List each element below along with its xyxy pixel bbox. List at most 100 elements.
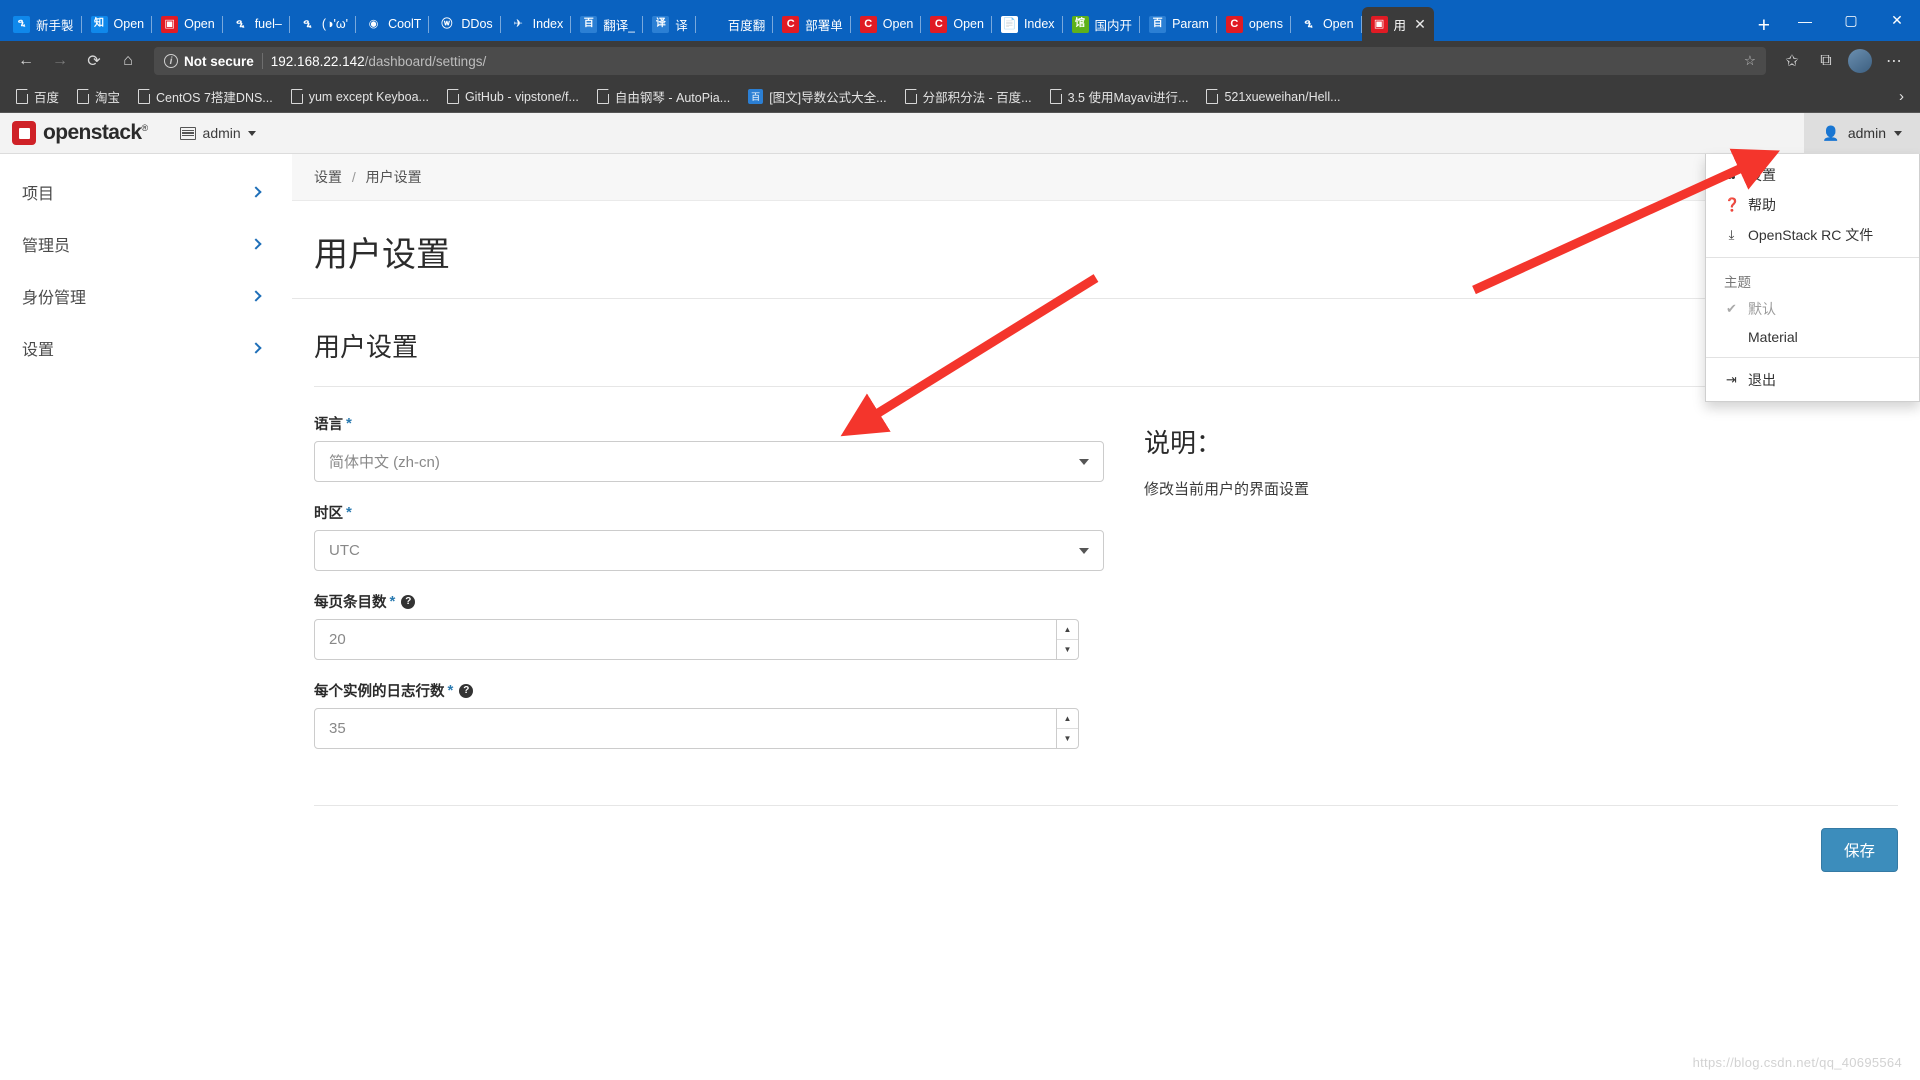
save-button[interactable]: 保存 [1821, 828, 1898, 872]
tab-title: 新手製 [36, 15, 74, 34]
help-icon[interactable]: ? [401, 595, 415, 609]
close-tab-icon[interactable]: ✕ [1414, 16, 1426, 33]
number-field-wrapper-items-per-page: 20 ▲▼ [314, 619, 1104, 660]
input-log-lines-per-instance[interactable]: 35▲▼ [314, 708, 1079, 749]
more-options-icon[interactable]: ⋯ [1878, 45, 1910, 77]
sidebar-item-3[interactable]: 身份管理 [0, 270, 292, 322]
address-bar[interactable]: i Not secure 192.168.22.142/dashboard/se… [154, 47, 1766, 75]
maximize-button[interactable]: ▢ [1828, 0, 1874, 41]
bookmark-item[interactable]: 521xueweihan/Hell... [1198, 86, 1348, 107]
breadcrumb-root[interactable]: 设置 [314, 169, 342, 185]
form-footer: 保存 [314, 805, 1898, 894]
window-controls: — ▢ ✕ [1782, 0, 1920, 41]
menu-item-settings[interactable]: ✿ 设置 [1706, 160, 1919, 190]
back-icon[interactable]: ← [10, 45, 42, 77]
menu-item-help-label: 帮助 [1748, 195, 1776, 215]
home-icon[interactable]: ⌂ [112, 45, 144, 77]
new-tab-button[interactable]: + [1746, 15, 1782, 41]
spinner-down-icon[interactable]: ▼ [1057, 728, 1078, 748]
bookmark-label: 521xueweihan/Hell... [1224, 90, 1340, 104]
watermark: https://blog.csdn.net/qq_40695564 [1693, 1055, 1902, 1070]
bookmark-item[interactable]: 百[图文]导数公式大全... [740, 84, 894, 109]
reload-icon[interactable]: ⟳ [78, 45, 110, 77]
required-marker: * [346, 416, 352, 431]
browser-tab[interactable]: ዒ(◑'ω' [290, 7, 356, 41]
tab-title: Open [114, 17, 145, 31]
menu-item-help[interactable]: ❓ 帮助 [1706, 190, 1919, 220]
bookmark-item[interactable]: 淘宝 [69, 84, 128, 109]
browser-tab[interactable]: ✈Index [501, 7, 572, 41]
url-text: 192.168.22.142/dashboard/settings/ [271, 54, 486, 69]
tab-title: DDos [461, 17, 492, 31]
sidebar-item-4[interactable]: 设置 [0, 322, 292, 374]
bookmark-label: 淘宝 [95, 87, 120, 106]
bookmark-item[interactable]: 自由钢琴 - AutoPia... [589, 84, 738, 109]
sidebar-item-label: 身份管理 [22, 284, 86, 308]
description-text: 修改当前用户的界面设置 [1144, 478, 1309, 499]
spinner-up-icon[interactable]: ▲ [1057, 709, 1078, 728]
csdn-icon: C [782, 16, 799, 33]
openstack-logo[interactable]: openstack® [12, 121, 148, 145]
browser-tab[interactable]: 译译 [643, 7, 696, 41]
browser-tab[interactable]: ◉CoolT [356, 7, 429, 41]
project-selector[interactable]: admin [180, 125, 256, 141]
browser-tab[interactable]: 馆国内开 [1063, 7, 1141, 41]
user-menu-button[interactable]: 👤 admin [1804, 113, 1920, 154]
browser-tab[interactable]: 百翻译_ [571, 7, 643, 41]
tab-title: Param [1172, 17, 1209, 31]
panes-icon[interactable]: ⧉ [1810, 45, 1842, 77]
browser-tab[interactable]: 百Param [1140, 7, 1217, 41]
select-language[interactable]: 简体中文 (zh-cn) [314, 441, 1104, 482]
chevron-right-icon [250, 290, 261, 301]
browser-tab[interactable]: Copens [1217, 7, 1291, 41]
bookmark-item[interactable]: 3.5 使用Mayavi进行... [1042, 84, 1197, 109]
field-label-text: 时区 [314, 502, 343, 523]
spinner-up-icon[interactable]: ▲ [1057, 620, 1078, 639]
bookmark-label: 3.5 使用Mayavi进行... [1068, 87, 1189, 106]
browser-tab[interactable]: ▣Open [152, 7, 223, 41]
omnibox-divider [262, 53, 263, 69]
browser-tab[interactable]: ▣用✕ [1362, 7, 1434, 41]
menu-item-theme-material[interactable]: Material [1706, 324, 1919, 350]
security-status[interactable]: i Not secure [164, 54, 254, 69]
spinner-down-icon[interactable]: ▼ [1057, 639, 1078, 659]
menu-item-theme-default[interactable]: ✔ 默认 [1706, 294, 1919, 324]
select-timezone[interactable]: UTC [314, 530, 1104, 571]
browser-tab[interactable]: 📄Index [992, 7, 1063, 41]
browser-tab[interactable]: 知Open [82, 7, 153, 41]
bookmark-item[interactable]: CentOS 7搭建DNS... [130, 84, 281, 109]
sidebar-item-2[interactable]: 管理员 [0, 218, 292, 270]
browser-tab[interactable]: ⓦDDos [429, 7, 500, 41]
field-group-timezone: 时区*UTC [314, 502, 1104, 571]
forward-icon[interactable]: → [44, 45, 76, 77]
bookmark-item[interactable]: 百度 [8, 84, 67, 109]
document-icon [138, 89, 150, 104]
browser-tab[interactable]: ዒfuel– [223, 7, 290, 41]
bookmark-item[interactable]: GitHub - vipstone/f... [439, 86, 587, 107]
browser-tab[interactable]: 百度翻 [696, 7, 774, 41]
help-icon[interactable]: ? [459, 684, 473, 698]
browser-tab[interactable]: COpen [921, 7, 992, 41]
bookmarks-bar: 百度 淘宝 CentOS 7搭建DNS...yum except Keyboa...… [0, 81, 1920, 113]
browser-tab[interactable]: ዒ新手製 [4, 7, 82, 41]
favorite-icon[interactable]: ☆ [1744, 53, 1756, 69]
collections-icon[interactable]: ✩ [1776, 45, 1808, 77]
menu-divider [1706, 357, 1919, 358]
menu-item-rc-file[interactable]: ⤓ OpenStack RC 文件 [1706, 220, 1919, 250]
minimize-button[interactable]: — [1782, 0, 1828, 41]
bookmark-item[interactable]: yum except Keyboa... [283, 86, 437, 107]
bookmarks-overflow-icon[interactable]: › [1891, 88, 1912, 105]
main-content: 设置 / 用户设置 用户设置 用户设置 语言*简体中文 (zh-cn)时区*UT… [292, 154, 1920, 1080]
close-window-button[interactable]: ✕ [1874, 0, 1920, 41]
browser-tab[interactable]: ዒOpen [1291, 7, 1362, 41]
browser-tab[interactable]: C部署单 [773, 7, 851, 41]
bookmark-item[interactable]: 分部积分法 - 百度... [897, 84, 1040, 109]
sidebar-item-1[interactable]: 项目 [0, 166, 292, 218]
settings-panel: 用户设置 语言*简体中文 (zh-cn)时区*UTC每页条目数*?20▲▼每个实… [292, 299, 1920, 769]
menu-item-logout[interactable]: ⇥ 退出 [1706, 365, 1919, 395]
profile-avatar[interactable] [1844, 45, 1876, 77]
input-value: 20 [329, 631, 346, 648]
browser-tab[interactable]: COpen [851, 7, 922, 41]
document-icon [1050, 89, 1062, 104]
input-items-per-page[interactable]: 20 ▲▼ [314, 619, 1079, 660]
